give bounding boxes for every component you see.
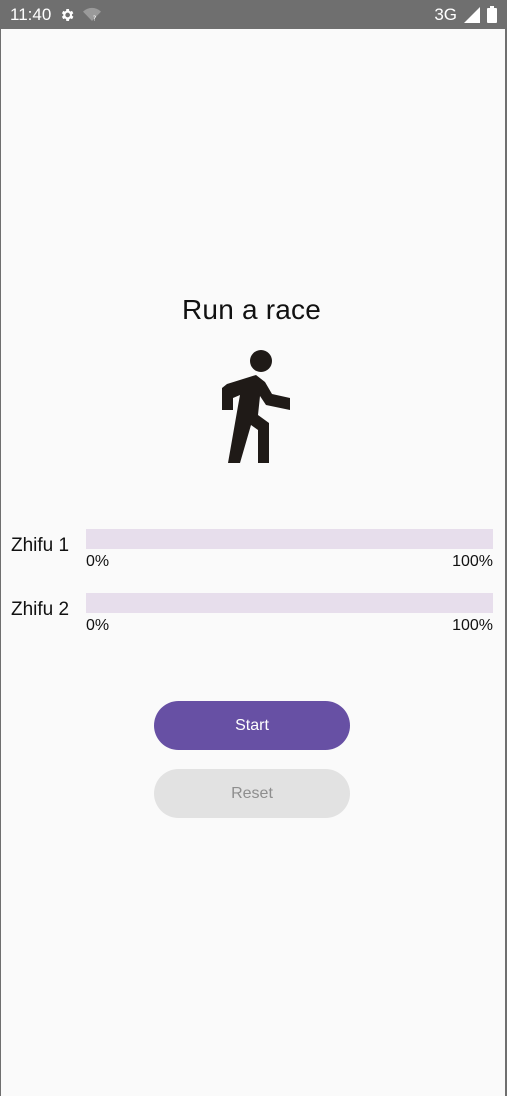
progress-track — [86, 593, 493, 613]
race-row-1: Zhifu 1 0% 100% — [0, 529, 503, 577]
progress-max-label: 100% — [452, 617, 493, 634]
status-right: 3G — [434, 5, 497, 25]
wifi-question-icon: ? — [83, 7, 102, 23]
status-left: 11:40 ? — [10, 4, 102, 25]
page-title: Run a race — [182, 294, 321, 325]
race-row-2: Zhifu 2 0% 100% — [0, 593, 503, 641]
status-bar: 11:40 ? 3G — [0, 0, 507, 29]
battery-icon — [487, 6, 497, 23]
svg-text:?: ? — [93, 14, 97, 22]
reset-button[interactable]: Reset — [154, 769, 350, 818]
network-type: 3G — [434, 4, 457, 24]
progress-track — [86, 529, 493, 549]
gear-icon — [59, 7, 75, 23]
walking-person-icon — [220, 350, 292, 466]
progress-max-label: 100% — [452, 553, 493, 570]
signal-icon — [464, 6, 480, 23]
progress-min-label: 0% — [86, 553, 110, 570]
status-time: 11:40 — [10, 4, 52, 24]
racer-name: Zhifu 2 — [11, 599, 70, 620]
start-button[interactable]: Start — [154, 701, 350, 750]
progress-min-label: 0% — [86, 617, 110, 634]
racer-name: Zhifu 1 — [11, 535, 70, 556]
